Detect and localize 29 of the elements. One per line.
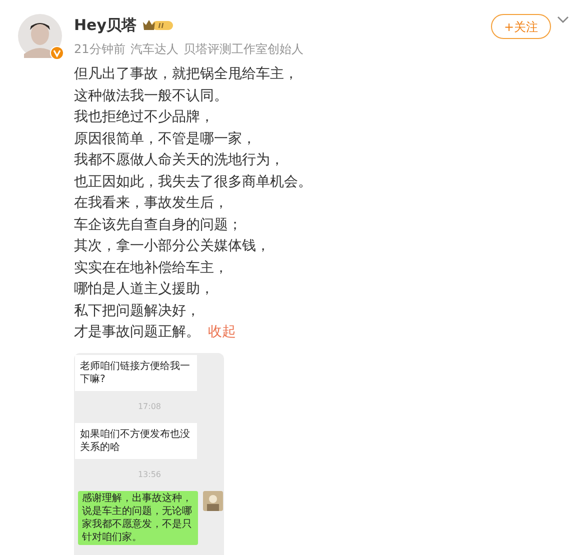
post-text-line: 但凡出了事故，就把锅全甩给车主， xyxy=(74,66,298,82)
post-text-line: 其次，拿一小部分公关媒体钱， xyxy=(74,238,270,254)
author-tag: 贝塔评测工作室创始人 xyxy=(183,41,304,57)
chevron-down-icon[interactable] xyxy=(557,16,569,24)
chat-bubble: 老师咱们链接方便给我一下嘛? xyxy=(75,354,197,390)
chat-bubble: 感谢理解，出事故这种，说是车主的问题，无论哪家我都不愿意发，不是只针对咱们家。 xyxy=(78,490,198,544)
verified-badge-icon xyxy=(50,46,64,60)
crown-level-icon xyxy=(142,18,174,32)
post-text-line: 才是事故问题正解。 xyxy=(74,323,200,342)
post-time: 21分钟前 xyxy=(74,41,126,57)
post-text-line: 我也拒绝过不少品牌， xyxy=(74,109,214,125)
post-text-line: 原因很简单，不管是哪一家， xyxy=(74,130,256,146)
post-text-line: 我都不愿做人命关天的洗地行为， xyxy=(74,152,284,168)
post-text-line: 私下把问题解决好， xyxy=(74,302,200,318)
collapse-link[interactable]: 收起 xyxy=(208,322,236,344)
post-text-line: 哪怕是人道主义援助， xyxy=(74,281,214,297)
chat-avatar xyxy=(203,490,223,510)
chat-time: 13:56 xyxy=(138,468,162,480)
author-name[interactable]: Hey贝塔 xyxy=(74,15,137,35)
post-text-line: 在我看来，事故发生后， xyxy=(74,195,228,211)
chat-time: 17:08 xyxy=(138,400,162,412)
post-text-line: 这种做法我一般不认同。 xyxy=(74,88,228,104)
post-text-line: 车企该先自查自身的问题； xyxy=(74,216,242,232)
chat-bubble: 如果咱们不方便发布也没关系的哈 xyxy=(75,422,197,458)
author-tag: 汽车达人 xyxy=(130,41,178,57)
post-text-line: 实实在在地补偿给车主， xyxy=(74,260,228,276)
avatar[interactable] xyxy=(18,14,62,58)
follow-button[interactable]: +关注 xyxy=(491,14,551,39)
post-text-line: 也正因如此，我失去了很多商单机会。 xyxy=(74,174,312,190)
